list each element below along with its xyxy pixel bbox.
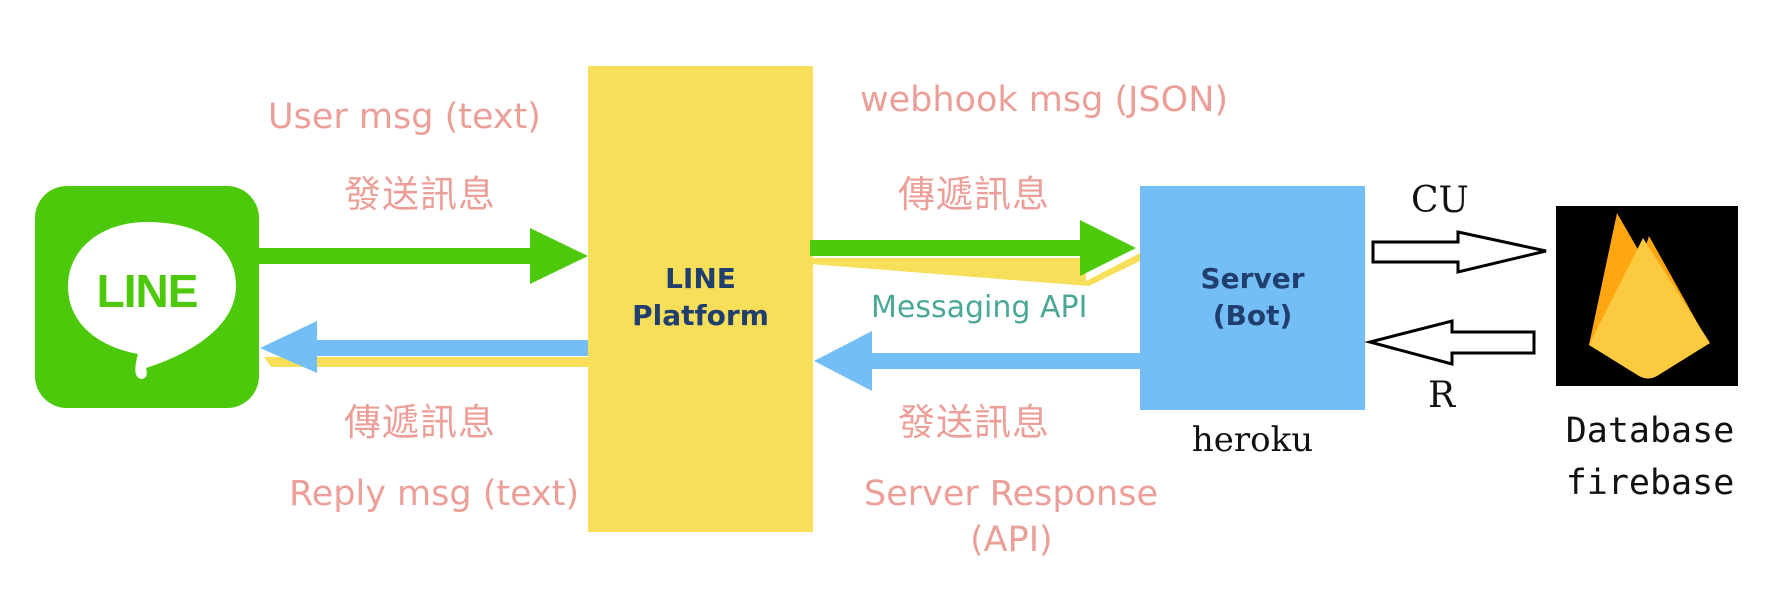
database-label-line1: Database	[1565, 411, 1735, 451]
server-host-label: heroku	[1191, 420, 1314, 460]
send-msg-top-label: 發送訊息	[344, 173, 496, 216]
database-label-line2: firebase	[1565, 463, 1735, 503]
server-response-api-label: (API)	[970, 520, 1053, 560]
line-logo-text: LINE	[96, 265, 199, 317]
line-platform-label-line1: LINE	[665, 262, 736, 295]
reply-msg-label: Reply msg (text)	[289, 474, 580, 514]
arrow-platform-to-server	[810, 220, 1140, 286]
pass-msg-top-label: 傳遞訊息	[898, 173, 1050, 216]
messaging-api-label: Messaging API	[871, 290, 1088, 325]
server-response-label: Server Response	[864, 474, 1158, 514]
send-msg-bottom-label: 發送訊息	[898, 401, 1050, 444]
pass-msg-bottom-label: 傳遞訊息	[344, 401, 496, 444]
arrow-platform-to-user	[260, 321, 588, 373]
arrow-server-to-platform	[814, 331, 1140, 391]
database-label: Database firebase	[1560, 405, 1740, 509]
arrow-create-update	[1371, 230, 1547, 274]
server-label-line1: Server	[1200, 262, 1305, 295]
line-platform-label-line2: Platform	[632, 299, 769, 332]
server-label-line2: (Bot)	[1212, 299, 1293, 332]
arrow-read	[1364, 319, 1536, 366]
arrow-user-to-platform	[259, 228, 588, 284]
server-label: Server (Bot)	[1140, 260, 1365, 334]
user-msg-label: User msg (text)	[268, 97, 541, 137]
cu-label: CU	[1411, 180, 1469, 221]
line-platform-label: LINE Platform	[588, 260, 813, 334]
webhook-msg-label: webhook msg (JSON)	[860, 80, 1229, 120]
r-label: R	[1428, 375, 1456, 416]
